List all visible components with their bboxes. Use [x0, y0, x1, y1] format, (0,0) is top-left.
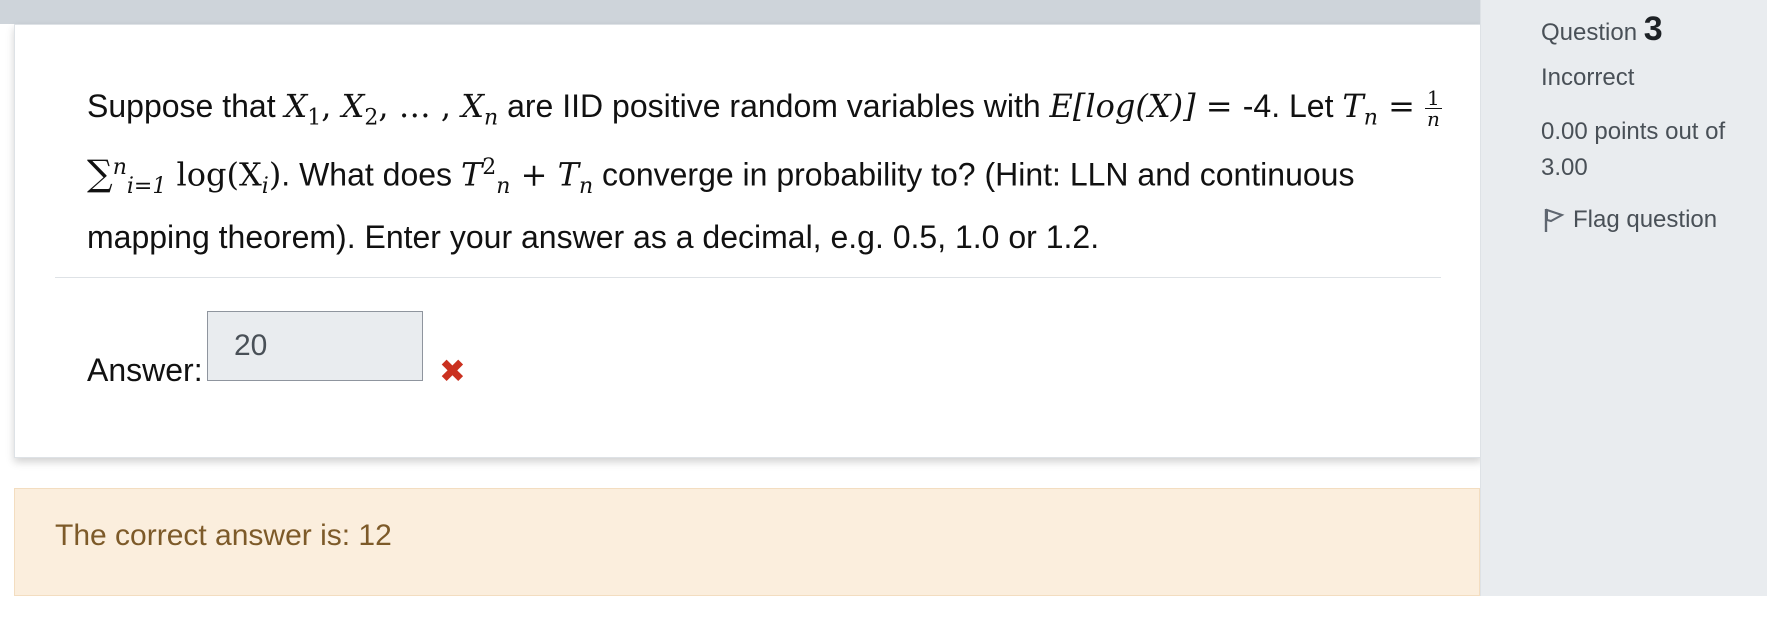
divider [55, 277, 1441, 278]
math-paren: ) [268, 156, 282, 195]
top-band [0, 0, 1480, 24]
math-expectation: E[log(X)] [1049, 87, 1196, 125]
math-t: T [557, 156, 579, 195]
math-x: X [284, 87, 308, 125]
sum-lower: i=1 [126, 174, 167, 200]
question-text-part: Suppose that [87, 88, 285, 124]
math-equals: = [1377, 87, 1426, 125]
flag-question-label: Flag question [1573, 206, 1718, 233]
correct-answer-text: The correct answer is: 12 [55, 519, 392, 552]
math-sup: 2 [482, 155, 497, 181]
flag-question-button[interactable]: Flag question [1543, 206, 1717, 234]
math-sub: 1 [307, 105, 322, 131]
feedback-box: The correct answer is: 12 [14, 488, 1480, 596]
math-fraction: 1n [1425, 88, 1442, 129]
math-sum: ∑ [87, 154, 113, 196]
math-sub: n [484, 105, 499, 131]
question-grade: 0.00 points out of 3.00 [1541, 118, 1726, 181]
math-sub: n [1363, 105, 1378, 131]
fraction-denominator: n [1426, 107, 1440, 132]
cross-icon: ✖ [439, 353, 466, 389]
question-number: Question 3 [1541, 10, 1663, 49]
question-number-value: 3 [1643, 10, 1663, 48]
math-x: X [341, 87, 365, 125]
fraction-numerator: 1 [1425, 86, 1442, 111]
question-card: Suppose that X1, X2, … , Xn are IID posi… [14, 24, 1482, 458]
math-plus: + [510, 156, 558, 195]
question-label: Question [1541, 19, 1638, 46]
flag-icon [1544, 208, 1565, 232]
sum-upper: n [112, 155, 127, 181]
math-equals: = [1195, 87, 1243, 125]
math-value: -4 [1242, 88, 1272, 124]
math-sub: 2 [364, 105, 379, 131]
math-t: T [460, 156, 483, 195]
question-text-part: are IID positive random variables with [498, 88, 1050, 124]
question-text-part: . What does [281, 157, 461, 194]
math-log: log(X [166, 156, 262, 195]
question-text: Suppose that X1, X2, … , Xn are IID posi… [87, 86, 1442, 256]
answer-label: Answer: [87, 352, 203, 388]
question-state: Incorrect [1541, 64, 1635, 91]
math-x: X [461, 87, 485, 125]
math-sub: n [496, 174, 511, 200]
math-t: T [1342, 87, 1364, 125]
question-info-sidebar: Question 3 Incorrect 0.00 points out of … [1480, 0, 1767, 596]
math-sub: i [261, 174, 269, 200]
math-ellipsis: … [398, 87, 431, 125]
question-text-part: . Let [1271, 88, 1343, 124]
math-sub: n [578, 174, 594, 200]
answer-input[interactable]: 20 [207, 311, 423, 381]
